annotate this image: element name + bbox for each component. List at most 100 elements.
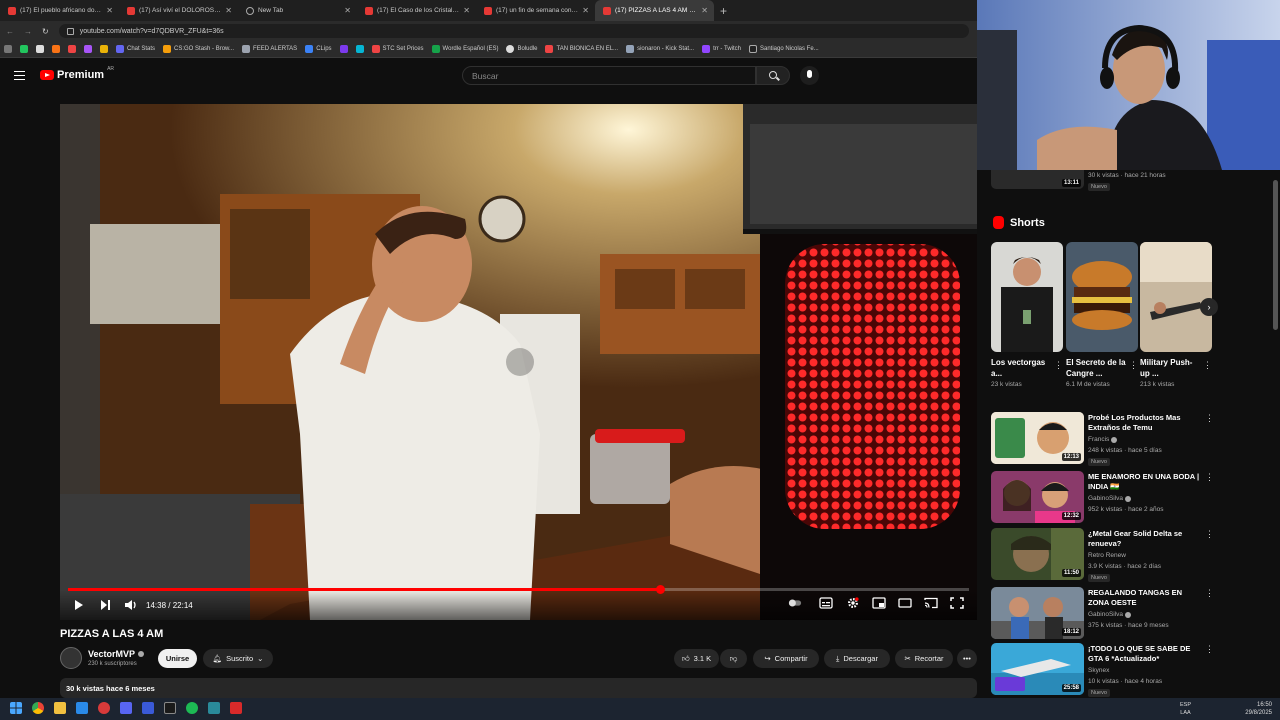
bookmark-icon-1[interactable] <box>20 45 28 53</box>
recommendation-item[interactable]: 18:12 REGALANDO TANGAS EN ZONA OESTE Gab… <box>991 587 1214 639</box>
recommendation-item[interactable]: 11:50 ¿Metal Gear Solid Delta se renueva… <box>991 528 1214 582</box>
browser-tab-active[interactable]: (17) PIZZAS A LAS 4 AM - Y... ✕ <box>595 0 714 21</box>
progress-scrubber[interactable] <box>656 585 666 594</box>
apps-grid-icon[interactable] <box>4 45 12 53</box>
description-box[interactable]: 30 k vistas hace 6 meses <box>60 678 977 698</box>
search-button[interactable] <box>756 66 790 85</box>
site-info-icon[interactable] <box>66 27 74 35</box>
bookmark-icon-8[interactable] <box>355 45 364 53</box>
bookmark-icon-2[interactable] <box>36 45 44 53</box>
progress-bar[interactable] <box>68 585 969 594</box>
app-icon-4[interactable] <box>164 702 176 714</box>
recommendation-menu-icon[interactable]: ⋮ <box>1205 472 1214 483</box>
recommendation-menu-icon[interactable]: ⋮ <box>1205 413 1214 424</box>
chrome-icon[interactable] <box>32 702 44 714</box>
close-tab-icon[interactable]: ✕ <box>582 6 589 15</box>
close-tab-icon[interactable]: ✕ <box>344 6 351 15</box>
clip-button[interactable]: ✂ Recortar <box>895 649 953 668</box>
short-menu-icon[interactable]: ⋮ <box>1054 360 1063 371</box>
play-icon[interactable] <box>74 599 84 611</box>
join-button[interactable]: Unirse <box>158 649 197 668</box>
language-indicator[interactable]: ESP LAA <box>1180 701 1191 717</box>
forward-arrow-icon[interactable]: → <box>24 27 32 36</box>
close-tab-icon[interactable]: ✕ <box>463 6 470 15</box>
recommendation-item[interactable]: 25:58 ¡TODO LO QUE SE SABE DE GTA 6 *Act… <box>991 643 1214 697</box>
file-explorer-icon[interactable] <box>54 702 66 714</box>
bookmark-kick-stats[interactable]: sionaron - Kick Stat... <box>626 45 694 53</box>
browser-tab-2[interactable]: (17) Así viví el DOLOROSO RITU...✕ <box>119 0 238 21</box>
voice-search-mic-icon[interactable] <box>800 66 819 85</box>
like-button[interactable]: 👍︎ 3.1 K <box>674 649 719 668</box>
url-field[interactable]: youtube.com/watch?v=d7QDBVR_ZFU&t=36s <box>58 24 969 38</box>
settings-gear-icon[interactable] <box>846 597 860 609</box>
bookmark-icon-3[interactable] <box>52 45 60 53</box>
close-tab-icon[interactable]: ✕ <box>701 6 708 15</box>
next-icon[interactable] <box>100 599 111 611</box>
bookmark-santiago[interactable]: Santiago Nicolas Fe... <box>748 45 819 53</box>
short-item[interactable]: Military Push-up ... 213 k vistas ⋮ <box>1140 242 1212 388</box>
browser-tab-strip: (17) El pueblo africano donde ...✕ (17) … <box>0 0 977 21</box>
autoplay-toggle-icon[interactable] <box>788 597 802 609</box>
recommendation-menu-icon[interactable]: ⋮ <box>1205 588 1214 599</box>
discord-icon[interactable] <box>120 702 132 714</box>
subtitles-icon[interactable] <box>819 597 833 609</box>
miniplayer-icon[interactable] <box>872 597 886 609</box>
address-bar-row: ← → ↻ youtube.com/watch?v=d7QDBVR_ZFU&t=… <box>0 21 977 41</box>
spotify-icon[interactable] <box>186 702 198 714</box>
channel-name[interactable]: VectorMVP <box>88 649 145 659</box>
app-icon-1[interactable] <box>76 702 88 714</box>
bookmark-wordle[interactable]: Wordle Español (ES) <box>431 45 498 53</box>
app-icon-2[interactable] <box>98 702 110 714</box>
theater-mode-icon[interactable] <box>898 597 912 609</box>
bookmark-icon-5[interactable] <box>84 45 92 53</box>
close-tab-icon[interactable]: ✕ <box>106 6 113 15</box>
app-icon-6[interactable] <box>230 702 242 714</box>
browser-tab-1[interactable]: (17) El pueblo africano donde ...✕ <box>0 0 119 21</box>
windows-start-icon[interactable] <box>10 702 22 714</box>
app-icon-5[interactable] <box>208 702 220 714</box>
youtube-premium-logo[interactable]: Premium AR <box>40 66 114 81</box>
bookmark-stc-set-prices[interactable]: STC Set Prices <box>371 45 424 53</box>
bookmark-chat-stats[interactable]: Chat Stats <box>116 45 155 53</box>
back-arrow-icon[interactable]: ← <box>6 27 14 36</box>
fullscreen-icon[interactable] <box>950 597 964 609</box>
bookmark-twitch[interactable]: trr - Twitch <box>702 45 741 53</box>
search-input[interactable]: Buscar <box>462 66 756 85</box>
short-menu-icon[interactable]: ⋮ <box>1203 360 1212 371</box>
short-item[interactable]: Los vectorgas a... 23 k vistas ⋮ <box>991 242 1063 388</box>
recommendation-item[interactable]: 12:13 Probé Los Productos Mas Extraños d… <box>991 412 1214 466</box>
short-menu-icon[interactable]: ⋮ <box>1129 360 1138 371</box>
browser-tab-5[interactable]: (17) un fin de semana con mis...✕ <box>476 0 595 21</box>
bookmark-csgo-stash[interactable]: CS:GO Stash - Brow... <box>163 45 234 53</box>
more-actions-button[interactable]: ••• <box>957 649 977 668</box>
reload-icon[interactable]: ↻ <box>42 27 49 36</box>
bookmark-icon-6[interactable] <box>100 45 108 53</box>
hamburger-menu-icon[interactable] <box>14 71 25 80</box>
recommendation-menu-icon[interactable]: ⋮ <box>1205 529 1214 540</box>
volume-icon[interactable] <box>124 599 137 611</box>
close-tab-icon[interactable]: ✕ <box>225 6 232 15</box>
bookmark-clips[interactable]: CLips <box>305 45 332 53</box>
short-item[interactable]: El Secreto de la Cangre ... 6.1 M de vis… <box>1066 242 1138 388</box>
bookmark-boludle[interactable]: Boludle <box>506 45 537 53</box>
share-button[interactable]: ↪ Compartir <box>753 649 819 668</box>
browser-tab-4[interactable]: (17) El Caso de los Cristales de...✕ <box>357 0 476 21</box>
channel-avatar[interactable] <box>60 647 82 669</box>
video-player[interactable]: 14:38 / 22:14 <box>60 104 977 620</box>
browser-tab-3[interactable]: New Tab ✕ <box>238 0 357 21</box>
dislike-button[interactable]: 👎︎ <box>720 649 747 668</box>
bookmark-icon-4[interactable] <box>68 45 76 53</box>
bookmark-feed-alertas[interactable]: FEED ALERTAS <box>242 45 297 53</box>
subscribed-button[interactable]: 🔔︎ Suscrito ⌄ <box>203 649 273 668</box>
cast-icon[interactable] <box>924 597 938 609</box>
bookmark-icon-7[interactable] <box>339 45 348 53</box>
app-icon-3[interactable] <box>142 702 154 714</box>
recommendation-item[interactable]: 12:32 ME ENAMORO EN UNA BODA | INDIA 🇮🇳 … <box>991 471 1214 523</box>
bookmark-tan-bionica[interactable]: TAN BIONICA EN EL... <box>545 45 618 53</box>
download-button[interactable]: ⤓ Descargar <box>824 649 890 668</box>
system-clock[interactable]: 16:50 29/8/2025 <box>1245 701 1272 717</box>
page-scrollbar[interactable] <box>1273 180 1278 330</box>
new-tab-button[interactable]: + <box>720 4 727 18</box>
shorts-next-button[interactable]: › <box>1200 298 1218 316</box>
recommendation-menu-icon[interactable]: ⋮ <box>1205 644 1214 655</box>
